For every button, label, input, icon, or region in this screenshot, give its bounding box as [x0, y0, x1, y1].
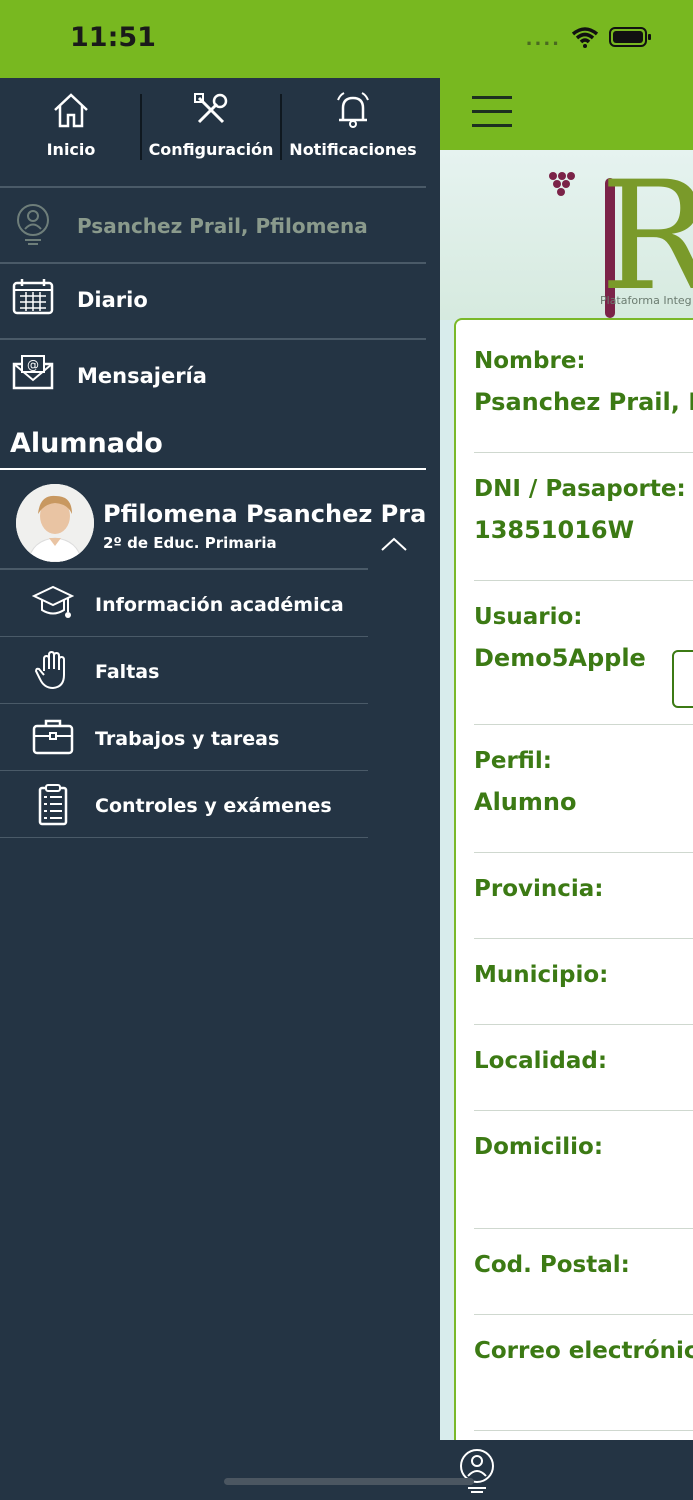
divider: [140, 94, 142, 160]
hamburger-menu-button[interactable]: [472, 96, 512, 128]
bottom-bar: [440, 1440, 693, 1500]
field-label: Provincia:: [474, 876, 604, 902]
field-provincia: Provincia:: [474, 876, 693, 939]
briefcase-icon: [32, 719, 74, 755]
menu-item-diario[interactable]: Diario: [0, 264, 426, 338]
app-logo: Ra Plataforma Integ: [440, 150, 693, 324]
field-label: Localidad:: [474, 1048, 608, 1074]
field-nombre: Nombre: Psanchez Prail, P: [474, 348, 693, 453]
field-label: Nombre:: [474, 348, 586, 374]
field-correo: Correo electrónico:: [474, 1338, 693, 1431]
field-label: DNI / Pasaporte:: [474, 476, 686, 502]
change-password-button[interactable]: [672, 650, 693, 708]
menu-item-faltas[interactable]: Faltas: [0, 637, 368, 704]
current-user-name: Psanchez Prail, Pfilomena: [77, 214, 368, 238]
grape-icon: [549, 172, 575, 196]
section-divider: [0, 468, 426, 470]
field-value: Psanchez Prail, P: [474, 388, 693, 416]
chevron-up-icon[interactable]: [380, 536, 408, 552]
avatar: [16, 484, 94, 562]
field-label: Usuario:: [474, 604, 583, 630]
bell-icon: [337, 92, 369, 128]
checklist-icon: [38, 784, 68, 826]
menu-item-informacion-academica[interactable]: Información académica: [0, 570, 368, 637]
main-content: Ra Plataforma Integ Nombre: Psanchez Pra…: [440, 78, 693, 1500]
main-header: [440, 78, 693, 150]
student-name: Pfilomena Psanchez Prail: [103, 500, 426, 528]
menu-item-label: Información académica: [95, 594, 344, 616]
hand-icon: [34, 650, 65, 690]
inicio-button[interactable]: Inicio: [30, 90, 112, 159]
inicio-label: Inicio: [46, 140, 96, 159]
field-label: Cod. Postal:: [474, 1252, 630, 1278]
divider: [280, 94, 282, 160]
menu-item-label: Mensajería: [77, 364, 207, 388]
status-time: 11:51: [70, 22, 156, 53]
battery-icon: [609, 26, 653, 52]
configuracion-button[interactable]: Configuración: [143, 90, 279, 159]
graduation-cap-icon: [32, 585, 74, 618]
svg-text:@: @: [27, 358, 39, 372]
wifi-icon: [571, 26, 599, 52]
menu-item-trabajos-tareas[interactable]: Trabajos y tareas: [0, 704, 368, 771]
field-value: Alumno: [474, 788, 577, 816]
student-card[interactable]: Pfilomena Psanchez Prail 2º de Educ. Pri…: [0, 478, 426, 570]
user-profile-icon: [17, 204, 49, 245]
menu-item-label: Controles y exámenes: [95, 795, 332, 817]
user-profile-icon[interactable]: [458, 1446, 496, 1494]
field-label: Municipio:: [474, 962, 609, 988]
profile-card: Nombre: Psanchez Prail, P DNI / Pasaport…: [454, 318, 693, 1462]
menu-item-controles-examenes[interactable]: Controles y exámenes: [0, 771, 368, 838]
mail-icon: @: [12, 355, 54, 390]
menu-item-mensajeria[interactable]: @ Mensajería: [0, 340, 426, 414]
menu-item-label: Faltas: [95, 661, 160, 683]
navigation-drawer: Inicio Configuración Notificaciones Psan…: [0, 78, 440, 1500]
field-cod-postal: Cod. Postal:: [474, 1252, 693, 1315]
calendar-icon: [12, 279, 54, 315]
menu-item-label: Diario: [77, 288, 148, 312]
field-label: Correo electrónico:: [474, 1338, 693, 1364]
cellular-signal-icon: ....: [525, 28, 561, 50]
home-indicator[interactable]: [224, 1478, 474, 1485]
status-icons: ....: [526, 26, 653, 52]
tools-icon: [194, 93, 228, 124]
menu-item-label: Trabajos y tareas: [95, 728, 280, 750]
field-value: Demo5Apple: [474, 644, 646, 672]
field-domicilio: Domicilio:: [474, 1134, 693, 1229]
notificaciones-label: Notificaciones: [289, 140, 417, 159]
notificaciones-button[interactable]: Notificaciones: [283, 90, 423, 159]
field-value: 13851016W: [474, 516, 635, 544]
configuracion-label: Configuración: [148, 140, 274, 159]
field-dni: DNI / Pasaporte: 13851016W: [474, 476, 693, 581]
field-usuario: Usuario: Demo5Apple: [474, 604, 693, 725]
home-icon: [54, 93, 88, 128]
current-user-row[interactable]: Psanchez Prail, Pfilomena: [0, 190, 426, 262]
field-label: Perfil:: [474, 748, 552, 774]
status-bar: 11:51 ....: [0, 0, 693, 78]
drawer-top-actions: Inicio Configuración Notificaciones: [0, 78, 426, 186]
section-title-alumnado: Alumnado: [10, 428, 163, 459]
field-localidad: Localidad:: [474, 1048, 693, 1111]
logo-subtitle: Plataforma Integ: [600, 294, 692, 307]
student-grade: 2º de Educ. Primaria: [103, 534, 277, 552]
field-perfil: Perfil: Alumno: [474, 748, 693, 853]
field-municipio: Municipio:: [474, 962, 693, 1025]
divider: [0, 186, 426, 188]
field-label: Domicilio:: [474, 1134, 604, 1160]
